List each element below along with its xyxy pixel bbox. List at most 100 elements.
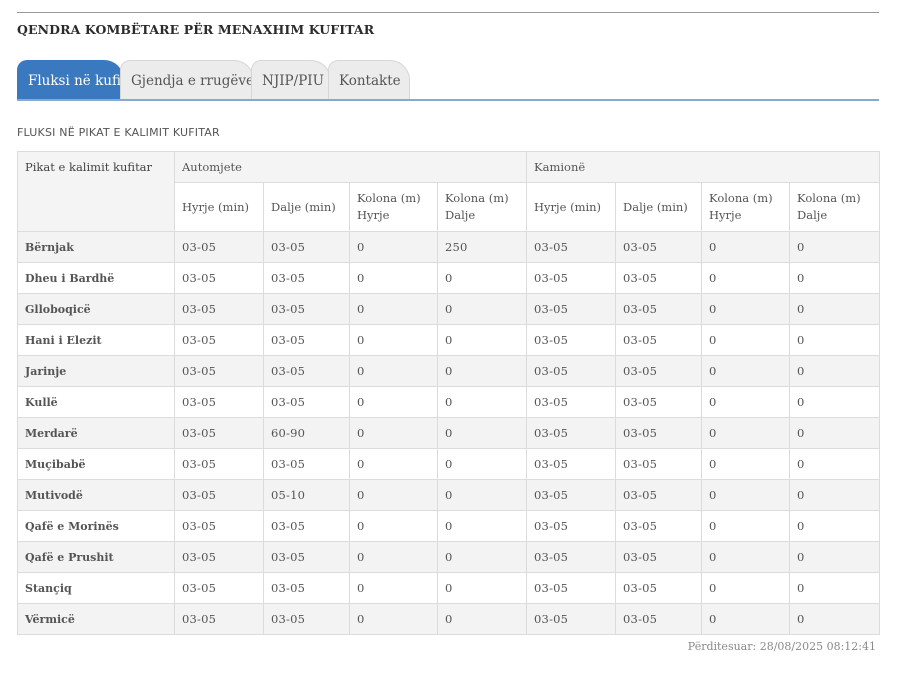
- table-cell: 03-05: [174, 510, 264, 542]
- table-row: Merdarë 03-05 60-90 0 0 03-05 03-05 0 0: [17, 417, 881, 449]
- table-cell: 03-05: [526, 510, 617, 542]
- table-cell: 0: [701, 386, 791, 418]
- table-cell: 0: [436, 510, 528, 542]
- table-cell: 0: [349, 231, 438, 263]
- table-cell: 0: [701, 603, 791, 635]
- table-cell: 03-05: [174, 448, 264, 480]
- table-cell: 03-05: [526, 355, 617, 387]
- table-cell: 0: [349, 293, 438, 325]
- table-cell: 0: [701, 231, 791, 263]
- tab-kontakte[interactable]: Kontakte: [328, 60, 410, 99]
- table-row: Bërnjak 03-05 03-05 0 250 03-05 03-05 0 0: [17, 231, 881, 263]
- table-cell: 0: [349, 386, 438, 418]
- tab-fluksi[interactable]: Fluksi në kufi: [17, 60, 124, 99]
- table-cell: 0: [789, 603, 881, 635]
- crossing-name: Vërmicë: [17, 603, 175, 635]
- border-flux-table: Pikat e kalimit kufitar Automjete Kamion…: [17, 151, 881, 635]
- table-cell: 03-05: [615, 293, 703, 325]
- table-cell: 0: [349, 324, 438, 356]
- crossing-name: Kullë: [17, 386, 175, 418]
- table-row: Jarinje 03-05 03-05 0 0 03-05 03-05 0 0: [17, 355, 881, 387]
- table-cell: 0: [701, 324, 791, 356]
- table-cell: 0: [789, 293, 881, 325]
- table-cell: 0: [789, 262, 881, 294]
- table-row: Mutivodë 03-05 05-10 0 0 03-05 03-05 0 0: [17, 479, 881, 511]
- table-cell: 0: [349, 603, 438, 635]
- table-cell: 0: [349, 417, 438, 449]
- table-cell: 03-05: [263, 231, 350, 263]
- table-cell: 0: [789, 231, 881, 263]
- table-cell: 03-05: [263, 541, 350, 573]
- table-row: Qafë e Morinës 03-05 03-05 0 0 03-05 03-05 0 0: [17, 510, 881, 542]
- table-cell: 03-05: [263, 324, 350, 356]
- crossing-name: Glloboqicë: [17, 293, 175, 325]
- table-cell: 0: [789, 417, 881, 449]
- table-cell: 0: [436, 448, 528, 480]
- table-cell: 0: [789, 479, 881, 511]
- table-row: Hani i Elezit 03-05 03-05 0 0 03-05 03-05 0 0: [17, 324, 881, 356]
- table-cell: 03-05: [174, 324, 264, 356]
- table-cell: 03-05: [174, 231, 264, 263]
- header-kamion-dalje: Dalje (min): [615, 182, 703, 232]
- table-cell: 03-05: [526, 293, 617, 325]
- table-cell: 03-05: [263, 355, 350, 387]
- table-cell: 03-05: [263, 386, 350, 418]
- table-cell: 03-05: [526, 448, 617, 480]
- table-cell: 0: [436, 603, 528, 635]
- crossing-name: Stançiq: [17, 572, 175, 604]
- table-cell: 0: [789, 355, 881, 387]
- table-cell: 03-05: [615, 510, 703, 542]
- table-cell: 03-05: [526, 541, 617, 573]
- tab-bar: Fluksi në kufi Gjendja e rrugëve NJIP/PI…: [17, 60, 879, 101]
- crossing-name: Qafë e Morinës: [17, 510, 175, 542]
- table-cell: 03-05: [615, 541, 703, 573]
- table-cell: 03-05: [526, 231, 617, 263]
- table-cell: 03-05: [174, 572, 264, 604]
- table-cell: 0: [349, 510, 438, 542]
- table-cell: 03-05: [174, 355, 264, 387]
- table-cell: 0: [436, 262, 528, 294]
- table-cell: 0: [349, 541, 438, 573]
- crossing-name: Hani i Elezit: [17, 324, 175, 356]
- table-cell: 03-05: [615, 324, 703, 356]
- table-cell: 0: [789, 572, 881, 604]
- table-cell: 03-05: [615, 262, 703, 294]
- table-cell: 03-05: [615, 479, 703, 511]
- crossing-name: Bërnjak: [17, 231, 175, 263]
- table-cell: 0: [701, 293, 791, 325]
- table-cell: 03-05: [174, 603, 264, 635]
- header-kamion-hyrje: Hyrje (min): [526, 182, 617, 232]
- table-cell: 03-05: [615, 572, 703, 604]
- table-cell: 05-10: [263, 479, 350, 511]
- table-cell: 0: [436, 479, 528, 511]
- table-cell: 03-05: [174, 293, 264, 325]
- tab-gjendja[interactable]: Gjendja e rrugëve: [120, 60, 254, 99]
- table-cell: 0: [701, 572, 791, 604]
- table-cell: 03-05: [526, 417, 617, 449]
- table-cell: 0: [349, 479, 438, 511]
- crossing-name: Qafë e Prushit: [17, 541, 175, 573]
- table-row: Kullë 03-05 03-05 0 0 03-05 03-05 0 0: [17, 386, 881, 418]
- table-cell: 0: [436, 572, 528, 604]
- table-cell: 03-05: [263, 262, 350, 294]
- table-cell: 0: [789, 386, 881, 418]
- header-automjete: Automjete: [173, 151, 528, 183]
- tab-njip-piu[interactable]: NJIP/PIU: [251, 60, 331, 99]
- table-cell: 03-05: [526, 479, 617, 511]
- crossing-name: Merdarë: [17, 417, 175, 449]
- table-cell: 03-05: [615, 603, 703, 635]
- table-cell: 0: [701, 448, 791, 480]
- table-row: Dheu i Bardhë 03-05 03-05 0 0 03-05 03-05 0 0: [17, 262, 881, 294]
- header-divider: [17, 12, 879, 13]
- table-cell: 60-90: [263, 417, 350, 449]
- table-cell: 03-05: [615, 448, 703, 480]
- table-cell: 0: [701, 355, 791, 387]
- table-cell: 0: [436, 386, 528, 418]
- table-cell: 03-05: [526, 386, 617, 418]
- header-auto-kolona-hyrje: Kolona (m) Hyrje: [349, 182, 438, 232]
- table-row: Vërmicë 03-05 03-05 0 0 03-05 03-05 0 0: [17, 603, 881, 635]
- table-cell: 03-05: [263, 572, 350, 604]
- table-cell: 0: [701, 541, 791, 573]
- table-cell: 03-05: [615, 386, 703, 418]
- crossing-name: Muçibabë: [17, 448, 175, 480]
